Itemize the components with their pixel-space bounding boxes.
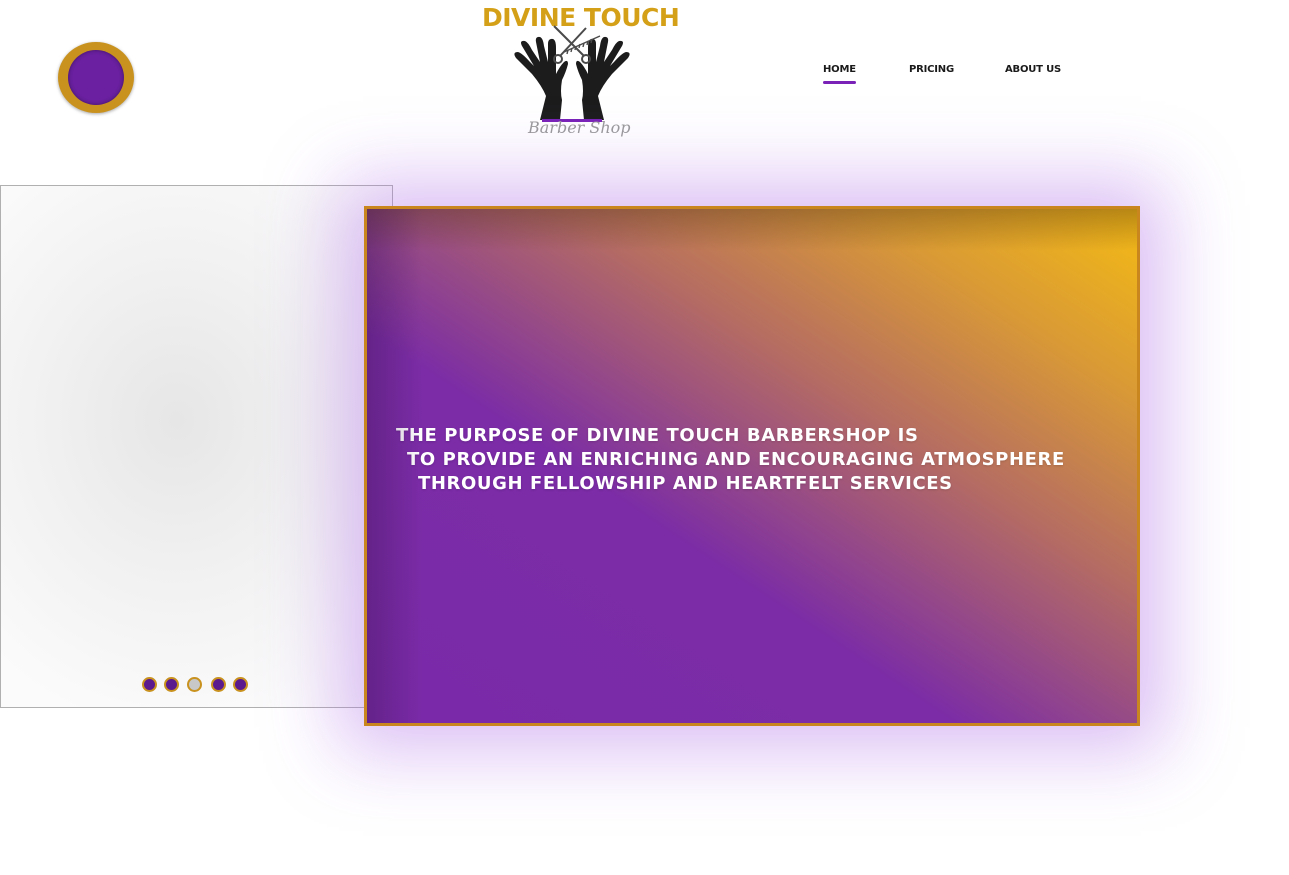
logo-subtitle: Barber Shop bbox=[528, 118, 631, 137]
nav-home[interactable]: HOME bbox=[823, 64, 856, 84]
slider-dot-1[interactable] bbox=[142, 677, 157, 692]
slider-dot-5[interactable] bbox=[233, 677, 248, 692]
circle-menu-icon bbox=[68, 50, 124, 105]
slider-dot-2[interactable] bbox=[164, 677, 179, 692]
mission-card: THE PURPOSE OF DIVINE TOUCH BARBERSHOP I… bbox=[364, 206, 1140, 726]
hands-with-scissors-and-comb-icon bbox=[514, 25, 630, 122]
slider-dot-4[interactable] bbox=[211, 677, 226, 692]
circle-menu-button[interactable] bbox=[58, 42, 134, 113]
site-logo[interactable]: DIVINE TOUCH Barber Shop bbox=[482, 0, 680, 150]
slider-dot-3[interactable] bbox=[187, 677, 202, 692]
mission-line-3: THROUGH FELLOWSHIP AND HEARTFELT SERVICE… bbox=[418, 473, 953, 494]
page: DIVINE TOUCH Barber Shop HOME PRICING AB… bbox=[0, 0, 1289, 875]
mission-line-1: THE PURPOSE OF DIVINE TOUCH BARBERSHOP I… bbox=[396, 425, 919, 446]
mission-line-2: TO PROVIDE AN ENRICHING AND ENCOURAGING … bbox=[407, 449, 1065, 470]
image-slider[interactable] bbox=[0, 185, 393, 708]
nav-pricing[interactable]: PRICING bbox=[909, 64, 954, 75]
nav-about-us[interactable]: ABOUT US bbox=[1005, 64, 1061, 75]
